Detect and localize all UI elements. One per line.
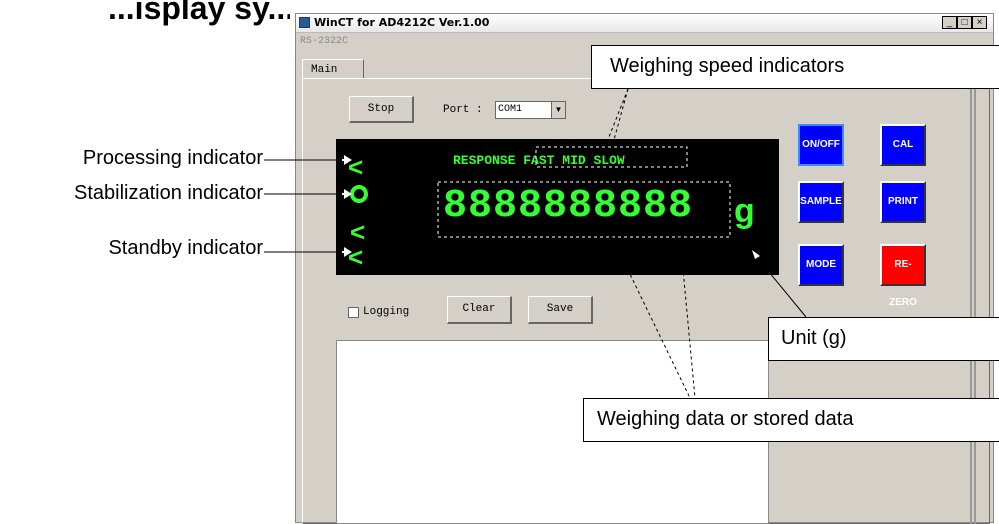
stabilization-indicator (350, 185, 368, 203)
logging-checkbox[interactable] (348, 307, 359, 318)
maximize-button[interactable]: □ (957, 16, 972, 29)
unit-callout: Unit (g) (768, 317, 999, 361)
panel-divider (970, 79, 972, 524)
standby-indicator-label: Standby indicator (108, 237, 263, 259)
stabilization-indicator-label: Stabilization indicator (74, 182, 263, 204)
minimize-button[interactable]: _ (942, 16, 957, 29)
port-select[interactable]: COM1 ▼ (495, 101, 566, 119)
data-callout: Weighing data or stored data (583, 398, 999, 442)
mid-speed-indicator: MID (562, 153, 586, 168)
standby-indicator: < (348, 242, 364, 272)
window-title: WinCT for AD4212C Ver.1.00 (314, 16, 490, 29)
logging-label: Logging (363, 306, 410, 318)
weighing-display: < < < RESPONSE FAST MID SLOW 8888888888 … (336, 139, 779, 275)
mode-button[interactable]: MODE (798, 244, 844, 286)
title-bar[interactable]: WinCT for AD4212C Ver.1.00 _ □ × (296, 14, 993, 33)
print-button[interactable]: PRINT (880, 181, 926, 223)
response-label: RESPONSE (453, 153, 516, 168)
unit-callout-label: Unit (g) (781, 327, 847, 349)
app-icon (299, 17, 310, 28)
onoff-button[interactable]: ON/OFF (798, 124, 844, 166)
panel-divider (974, 79, 976, 524)
rezero-button[interactable]: RE-ZERO (880, 244, 926, 308)
slow-indicator: SLOW (593, 153, 625, 168)
page-heading: ...isplay sy... (108, 0, 290, 26)
fast-indicator: FAST (523, 153, 555, 168)
app-window: WinCT for AD4212C Ver.1.00 _ □ × RS-2322… (295, 13, 994, 524)
port-value: COM1 (498, 104, 523, 115)
stop-button[interactable]: Stop (349, 96, 414, 123)
save-button[interactable]: Save (528, 296, 593, 324)
processing-indicator: < (348, 152, 364, 182)
weight-value: 8888888888 (443, 184, 694, 229)
tab-main-label: Main (311, 64, 338, 76)
data-callout-label: Weighing data or stored data (597, 408, 854, 430)
menu-label: RS-2322C (300, 36, 349, 47)
unit-indicator: g (734, 192, 755, 230)
port-label: Port : (443, 104, 483, 116)
tab-main[interactable]: Main (302, 59, 364, 79)
sample-button[interactable]: SAMPLE (798, 181, 844, 223)
chevron-down-icon[interactable]: ▼ (551, 102, 565, 118)
speed-indicators: RESPONSE FAST MID SLOW (453, 153, 625, 168)
processing-indicator-label: Processing indicator (82, 147, 263, 169)
speed-callout: Weighing speed indicators (591, 45, 999, 89)
cal-button[interactable]: CAL (880, 124, 926, 166)
close-button[interactable]: × (972, 16, 987, 29)
speed-callout-label: Weighing speed indicators (610, 55, 845, 77)
clear-button[interactable]: Clear (447, 296, 512, 324)
